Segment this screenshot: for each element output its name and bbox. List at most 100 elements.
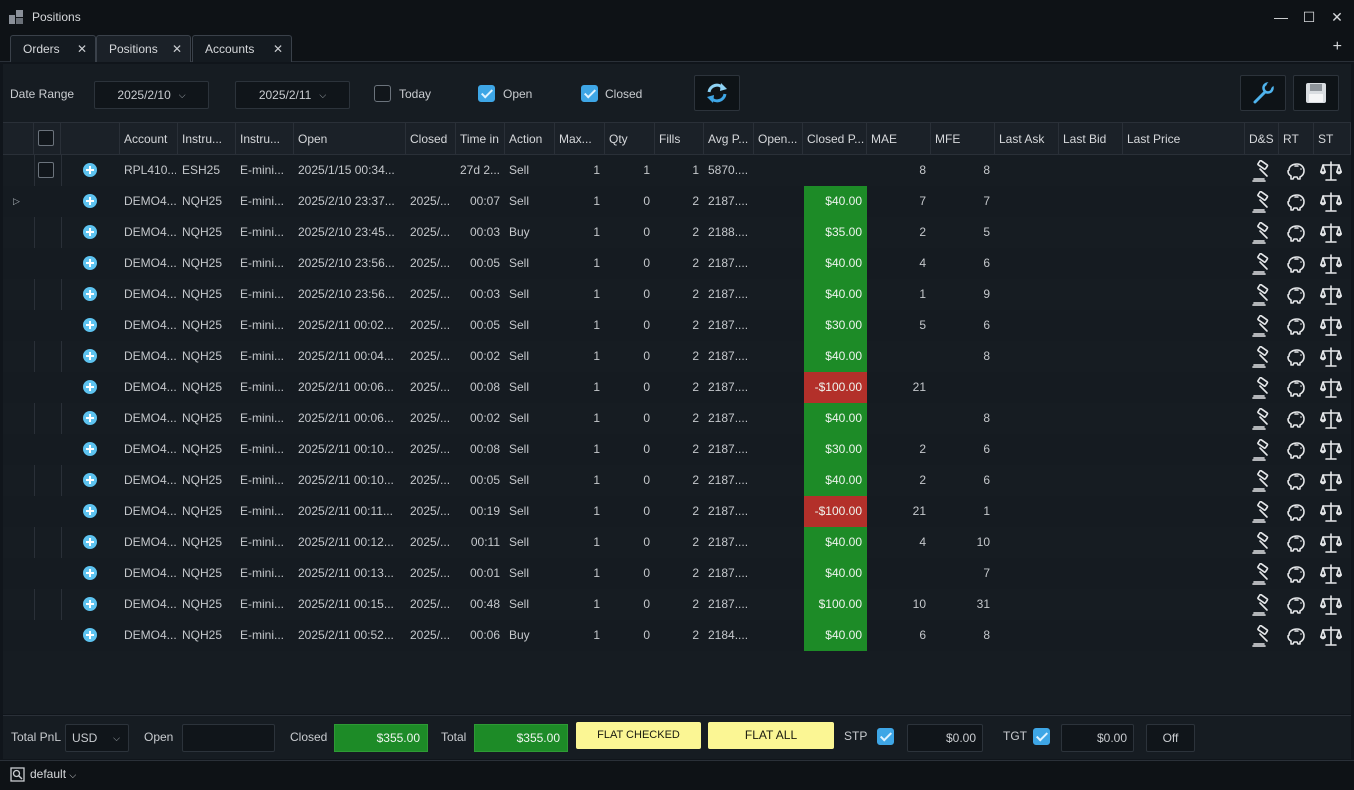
gavel-icon[interactable] bbox=[1251, 469, 1273, 492]
column-header-qty[interactable]: Qty bbox=[605, 123, 655, 155]
table-row[interactable]: DEMO4... NQH25 E-mini... 2025/2/10 23:45...… bbox=[3, 217, 1351, 248]
expand-plus-icon[interactable] bbox=[83, 597, 97, 611]
close-icon[interactable]: ✕ bbox=[77, 42, 87, 56]
scales-icon[interactable] bbox=[1320, 222, 1342, 244]
stp-value-field[interactable]: $0.00 bbox=[907, 724, 983, 752]
table-row[interactable]: RPL410... ESH25 E-mini... 2025/1/15 00:34..… bbox=[3, 155, 1351, 186]
table-row[interactable]: ▷ DEMO4... NQH25 E-mini... 2025/2/10 23:37..… bbox=[3, 186, 1351, 217]
close-icon[interactable]: ✕ bbox=[172, 42, 182, 56]
expand-plus-icon[interactable] bbox=[83, 225, 97, 239]
tab-positions[interactable]: Positions ✕ bbox=[96, 35, 191, 62]
gavel-icon[interactable] bbox=[1251, 221, 1273, 244]
expand-plus-icon[interactable] bbox=[83, 256, 97, 270]
table-row[interactable]: DEMO4... NQH25 E-mini... 2025/2/11 00:10...… bbox=[3, 434, 1351, 465]
close-window-button[interactable]: ✕ bbox=[1328, 8, 1346, 26]
refresh-button[interactable] bbox=[694, 75, 740, 111]
gavel-icon[interactable] bbox=[1251, 500, 1273, 523]
expand-plus-icon[interactable] bbox=[83, 628, 97, 642]
tgt-value-field[interactable]: $0.00 bbox=[1061, 724, 1134, 752]
column-header-closed[interactable]: Closed bbox=[406, 123, 456, 155]
piggy-bank-icon[interactable] bbox=[1285, 253, 1307, 275]
gavel-icon[interactable] bbox=[1251, 376, 1273, 399]
table-row[interactable]: DEMO4... NQH25 E-mini... 2025/2/11 00:52...… bbox=[3, 620, 1351, 651]
piggy-bank-icon[interactable] bbox=[1285, 501, 1307, 523]
piggy-bank-icon[interactable] bbox=[1285, 470, 1307, 492]
expand-plus-icon[interactable] bbox=[83, 287, 97, 301]
off-button[interactable]: Off bbox=[1146, 724, 1195, 752]
table-row[interactable]: DEMO4... NQH25 E-mini... 2025/2/11 00:11...… bbox=[3, 496, 1351, 527]
table-row[interactable]: DEMO4... NQH25 E-mini... 2025/2/11 00:02...… bbox=[3, 310, 1351, 341]
row-checkbox[interactable] bbox=[38, 162, 54, 178]
piggy-bank-icon[interactable] bbox=[1285, 160, 1307, 182]
tab-accounts[interactable]: Accounts ✕ bbox=[192, 35, 292, 62]
expand-plus-icon[interactable] bbox=[83, 535, 97, 549]
minimize-button[interactable]: — bbox=[1272, 8, 1290, 26]
gavel-icon[interactable] bbox=[1251, 438, 1273, 461]
gavel-icon[interactable] bbox=[1251, 407, 1273, 430]
column-header-avg-price[interactable]: Avg P... bbox=[704, 123, 754, 155]
scales-icon[interactable] bbox=[1320, 160, 1342, 182]
scales-icon[interactable] bbox=[1320, 377, 1342, 399]
save-button[interactable] bbox=[1293, 75, 1339, 111]
profile-selector[interactable]: default ⌵ bbox=[30, 767, 76, 781]
close-icon[interactable]: ✕ bbox=[273, 42, 283, 56]
add-tab-button[interactable]: + bbox=[1333, 38, 1342, 56]
table-row[interactable]: DEMO4... NQH25 E-mini... 2025/2/11 00:12...… bbox=[3, 527, 1351, 558]
piggy-bank-icon[interactable] bbox=[1285, 408, 1307, 430]
scales-icon[interactable] bbox=[1320, 408, 1342, 430]
flat-all-button[interactable]: FLAT ALL bbox=[708, 722, 834, 749]
column-header-last-ask[interactable]: Last Ask bbox=[995, 123, 1059, 155]
expand-plus-icon[interactable] bbox=[83, 566, 97, 580]
expand-plus-icon[interactable] bbox=[83, 380, 97, 394]
table-row[interactable]: DEMO4... NQH25 E-mini... 2025/2/11 00:10...… bbox=[3, 465, 1351, 496]
piggy-bank-icon[interactable] bbox=[1285, 563, 1307, 585]
date-to-picker[interactable]: 2025/2/11 ⌵ bbox=[235, 81, 350, 109]
column-header-open[interactable]: Open bbox=[294, 123, 406, 155]
table-row[interactable]: DEMO4... NQH25 E-mini... 2025/2/10 23:56...… bbox=[3, 248, 1351, 279]
piggy-bank-icon[interactable] bbox=[1285, 191, 1307, 213]
table-row[interactable]: DEMO4... NQH25 E-mini... 2025/2/11 00:15...… bbox=[3, 589, 1351, 620]
gavel-icon[interactable] bbox=[1251, 283, 1273, 306]
piggy-bank-icon[interactable] bbox=[1285, 284, 1307, 306]
scales-icon[interactable] bbox=[1320, 532, 1342, 554]
gavel-icon[interactable] bbox=[1251, 593, 1273, 616]
column-header-select[interactable] bbox=[34, 123, 61, 155]
scales-icon[interactable] bbox=[1320, 346, 1342, 368]
piggy-bank-icon[interactable] bbox=[1285, 377, 1307, 399]
column-header-instrument-desc[interactable]: Instru... bbox=[236, 123, 294, 155]
column-header-fills[interactable]: Fills bbox=[655, 123, 704, 155]
scales-icon[interactable] bbox=[1320, 563, 1342, 585]
piggy-bank-icon[interactable] bbox=[1285, 594, 1307, 616]
piggy-bank-icon[interactable] bbox=[1285, 439, 1307, 461]
column-header-account[interactable]: Account bbox=[120, 123, 178, 155]
scales-icon[interactable] bbox=[1320, 253, 1342, 275]
column-header-rt[interactable]: RT bbox=[1279, 123, 1314, 155]
gavel-icon[interactable] bbox=[1251, 314, 1273, 337]
piggy-bank-icon[interactable] bbox=[1285, 222, 1307, 244]
scales-icon[interactable] bbox=[1320, 439, 1342, 461]
scales-icon[interactable] bbox=[1320, 501, 1342, 523]
piggy-bank-icon[interactable] bbox=[1285, 532, 1307, 554]
expand-plus-icon[interactable] bbox=[83, 194, 97, 208]
column-header-action[interactable]: Action bbox=[505, 123, 555, 155]
expand-plus-icon[interactable] bbox=[83, 442, 97, 456]
today-checkbox[interactable] bbox=[374, 85, 391, 102]
gavel-icon[interactable] bbox=[1251, 159, 1273, 182]
table-row[interactable]: DEMO4... NQH25 E-mini... 2025/2/10 23:56...… bbox=[3, 279, 1351, 310]
column-header-max[interactable]: Max... bbox=[555, 123, 605, 155]
expand-plus-icon[interactable] bbox=[83, 163, 97, 177]
scales-icon[interactable] bbox=[1320, 470, 1342, 492]
column-header-last-price[interactable]: Last Price bbox=[1123, 123, 1245, 155]
tgt-checkbox[interactable] bbox=[1033, 728, 1050, 745]
stp-checkbox[interactable] bbox=[877, 728, 894, 745]
column-header-mfe[interactable]: MFE bbox=[931, 123, 995, 155]
column-header-open-pnl[interactable]: Open... bbox=[754, 123, 803, 155]
gavel-icon[interactable] bbox=[1251, 345, 1273, 368]
table-row[interactable]: DEMO4... NQH25 E-mini... 2025/2/11 00:06...… bbox=[3, 372, 1351, 403]
gavel-icon[interactable] bbox=[1251, 252, 1273, 275]
gavel-icon[interactable] bbox=[1251, 562, 1273, 585]
currency-select[interactable]: USD ⌵ bbox=[65, 724, 129, 752]
flat-checked-button[interactable]: FLAT CHECKED bbox=[576, 722, 701, 749]
tab-orders[interactable]: Orders ✕ bbox=[10, 35, 96, 62]
scales-icon[interactable] bbox=[1320, 594, 1342, 616]
